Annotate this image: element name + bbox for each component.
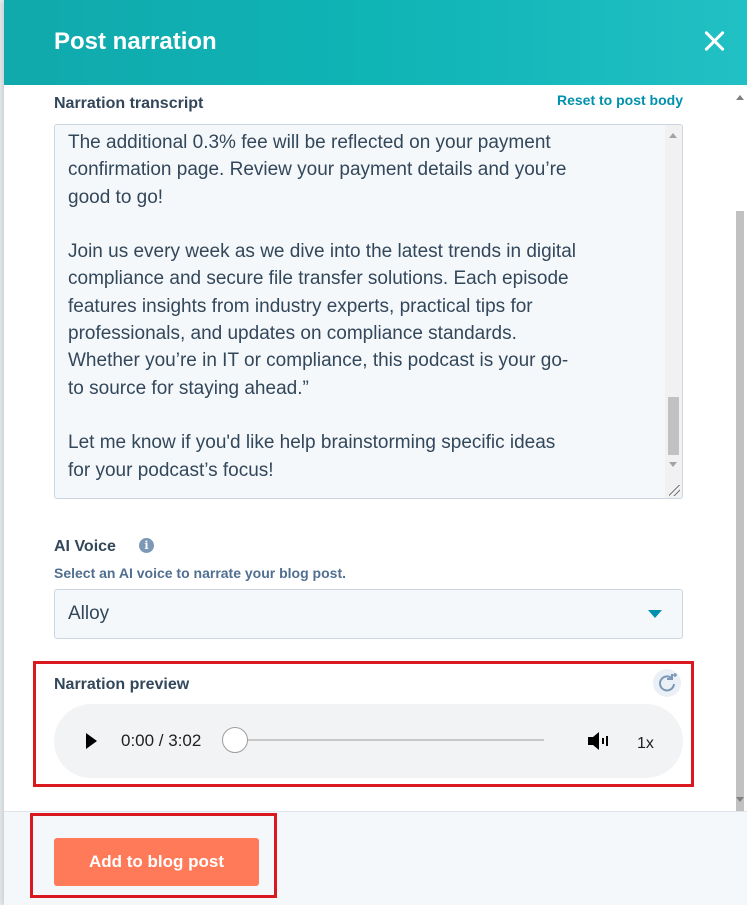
modal-scrollbar[interactable] <box>733 85 747 851</box>
narration-preview-label: Narration preview <box>54 676 190 693</box>
seek-slider[interactable] <box>235 739 544 741</box>
transcript-text[interactable]: The additional 0.3% fee will be reflecte… <box>68 129 648 484</box>
close-icon[interactable] <box>699 26 729 56</box>
transcript-label: Narration transcript <box>54 95 204 112</box>
scroll-up-arrow-icon[interactable] <box>736 95 744 100</box>
ai-voice-helper-text: Select an AI voice to narrate your blog … <box>54 565 346 581</box>
resize-handle-icon[interactable] <box>669 485 680 496</box>
volume-icon-glyph <box>588 732 608 750</box>
play-icon[interactable] <box>86 733 97 749</box>
textarea-scroll-up-icon[interactable] <box>669 133 677 138</box>
textarea-scrollbar-thumb[interactable] <box>668 397 679 455</box>
info-icon[interactable]: i <box>139 538 154 553</box>
textarea-scroll-down-icon[interactable] <box>669 462 677 467</box>
modal-title: Post narration <box>54 28 217 55</box>
scroll-down-arrow-icon[interactable] <box>736 797 744 802</box>
reset-to-post-body-link[interactable]: Reset to post body <box>557 92 683 108</box>
refresh-icon-glyph <box>659 673 677 692</box>
textarea-scrollbar[interactable] <box>665 125 682 498</box>
audio-player: 0:00 / 3:02 1x <box>54 704 683 778</box>
playback-speed[interactable]: 1x <box>637 735 654 753</box>
ai-voice-label: AI Voice <box>54 538 116 555</box>
ai-voice-selected-value: Alloy <box>68 603 110 624</box>
audio-time: 0:00 / 3:02 <box>121 731 202 750</box>
add-to-blog-post-button[interactable]: Add to blog post <box>54 838 259 886</box>
modal-header: Post narration <box>4 0 747 85</box>
seek-slider-thumb[interactable] <box>222 727 248 753</box>
refresh-icon[interactable] <box>653 669 681 697</box>
post-narration-modal: Post narration Narration transcript Rese… <box>4 0 747 905</box>
ai-voice-select[interactable]: Alloy <box>54 589 683 639</box>
scrollbar-thumb[interactable] <box>736 211 744 851</box>
volume-icon[interactable] <box>586 730 610 752</box>
transcript-textarea[interactable]: The additional 0.3% fee will be reflecte… <box>54 124 683 499</box>
chevron-down-icon <box>648 610 662 618</box>
